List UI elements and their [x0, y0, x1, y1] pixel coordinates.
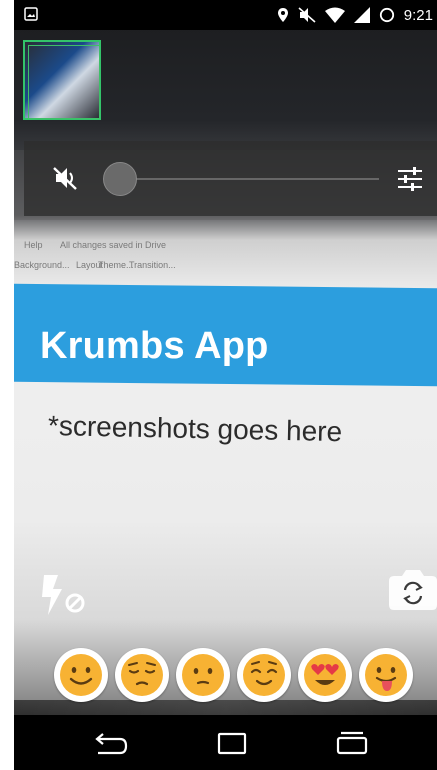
volume-slider-knob[interactable]: [103, 162, 137, 196]
viewfinder-toolbar-item: Background...: [14, 260, 70, 270]
flash-off-icon[interactable]: [38, 573, 90, 617]
switch-camera-icon[interactable]: [386, 568, 437, 610]
gallery-notification-icon: [24, 7, 38, 21]
recents-icon[interactable]: [332, 729, 372, 757]
heart-eyes-face-icon: [304, 654, 346, 696]
back-icon[interactable]: [92, 729, 132, 757]
thumbnail-frame: [28, 45, 100, 119]
relieved-face-icon: [243, 654, 285, 696]
viewfinder-saved-status: All changes saved in Drive: [60, 240, 167, 250]
pensive-face-emoji-button[interactable]: [115, 648, 169, 702]
tune-sliders-icon[interactable]: [396, 165, 424, 193]
speaker-muted-icon[interactable]: [52, 165, 78, 191]
neutral-face-emoji-button[interactable]: [176, 648, 230, 702]
viewfinder-toolbar-item: Transition...: [129, 260, 176, 270]
tongue-out-face-icon: [365, 654, 407, 696]
tongue-out-face-emoji-button[interactable]: [359, 648, 413, 702]
volume-slider-track[interactable]: [119, 178, 379, 180]
phone-screen: Help All changes saved in Drive Backgrou…: [14, 0, 437, 770]
wifi-icon: [324, 7, 345, 23]
status-time: 9:21: [403, 6, 433, 24]
emoji-reaction-row: [54, 648, 437, 704]
status-icons: 9:21: [277, 5, 433, 25]
battery-icon: [379, 7, 394, 23]
slide-title: Krumbs App: [40, 325, 269, 367]
last-capture-thumbnail[interactable]: [23, 40, 101, 120]
pensive-face-icon: [121, 654, 163, 696]
slide-subtitle: *screenshots goes here: [47, 410, 343, 448]
home-icon[interactable]: [212, 729, 252, 757]
status-bar: 9:21: [14, 0, 437, 30]
smiling-face-emoji-button[interactable]: [54, 648, 108, 702]
neutral-face-icon: [182, 654, 224, 696]
audio-control-bar: [24, 141, 437, 216]
viewfinder-editor-toolbar: Help All changes saved in Drive Backgrou…: [14, 218, 437, 278]
heart-eyes-face-emoji-button[interactable]: [298, 648, 352, 702]
signal-icon: [353, 7, 370, 23]
navigation-bar: [14, 715, 437, 770]
mute-icon: [298, 7, 316, 23]
location-icon: [277, 8, 288, 22]
smiling-face-icon: [60, 654, 102, 696]
viewfinder-menu-help: Help: [24, 240, 43, 250]
relieved-face-emoji-button[interactable]: [237, 648, 291, 702]
